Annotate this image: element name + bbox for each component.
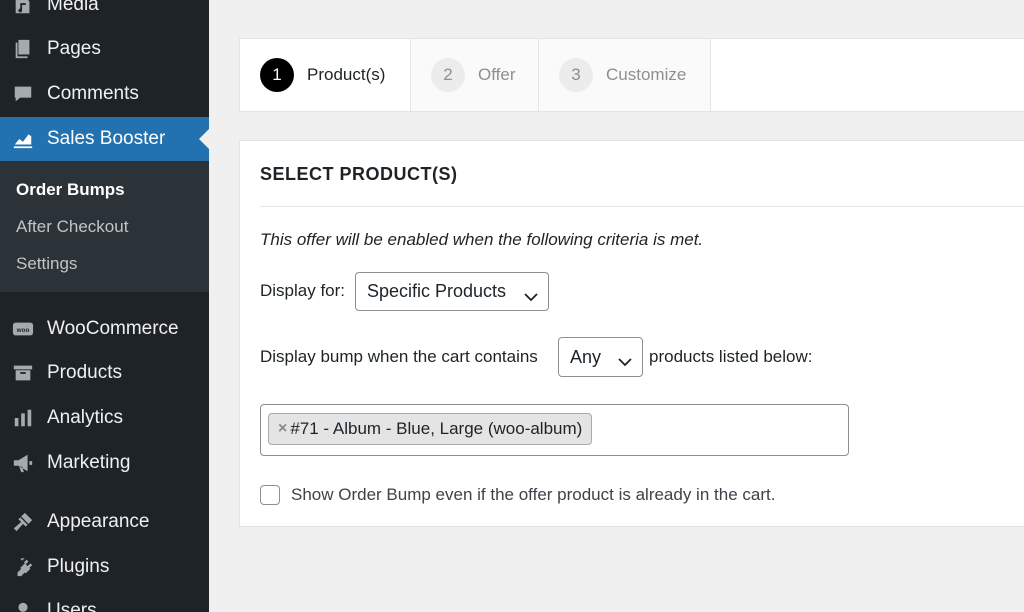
sidebar-item-pages[interactable]: Pages [0,27,209,71]
step-number: 3 [559,58,593,92]
step-label: Product(s) [307,65,386,84]
display-for-select[interactable]: Specific Products [355,272,549,311]
users-icon [11,599,35,612]
products-icon [11,361,35,385]
checkbox-label[interactable]: Show Order Bump even if the offer produc… [291,485,775,505]
sidebar-item-label: Sales Booster [47,128,166,149]
cart-contains-select[interactable]: Any [558,337,643,377]
plugins-icon [11,555,35,579]
chevron-down-icon [618,351,632,372]
products-listed-label: products listed below: [649,347,813,366]
sidebar-item-label: Pages [47,38,101,59]
active-indicator [199,129,209,149]
sidebar-item-label: Comments [47,83,139,104]
admin-sidebar: Media Pages Comments Sales Booster Order… [0,0,209,612]
sidebar-item-label: WooCommerce [47,318,179,339]
step-products[interactable]: 1 Product(s) [240,39,411,111]
display-for-label: Display for: [260,281,346,300]
sidebar-item-label: Analytics [47,407,124,428]
marketing-icon [11,451,35,475]
sidebar-item-label: Products [47,362,122,383]
media-icon [11,0,35,17]
sidebar-item-products[interactable]: Products [0,351,209,395]
submenu-item-order-bumps[interactable]: Order Bumps [16,180,125,200]
cart-contains-label: Display bump when the cart contains [260,347,538,366]
sidebar-item-woocommerce[interactable]: woo WooCommerce [0,307,209,351]
sidebar-item-plugins[interactable]: Plugins [0,545,209,589]
step-offer[interactable]: 2 Offer [411,39,539,111]
remove-tag-icon[interactable]: × [278,420,287,438]
appearance-icon [11,510,35,534]
svg-text:woo: woo [16,327,30,334]
sidebar-item-label: Plugins [47,556,110,577]
pages-icon [11,37,35,61]
sidebar-item-marketing[interactable]: Marketing [0,441,209,485]
sidebar-item-label: Appearance [47,511,150,532]
selected-product-tag: × #71 - Album - Blue, Large (woo-album) [268,413,593,445]
wizard-steps: 1 Product(s) 2 Offer 3 Customize [239,38,1024,112]
analytics-icon [11,406,35,430]
sales-booster-icon [11,127,35,151]
sidebar-item-sales-booster[interactable]: Sales Booster [0,117,209,161]
card-title: SELECT PRODUCT(S) [260,164,458,184]
sidebar-item-comments[interactable]: Comments [0,72,209,116]
sidebar-item-analytics[interactable]: Analytics [0,396,209,440]
sidebar-item-label: Users [47,600,97,612]
sidebar-submenu: Order Bumps After Checkout Settings [0,161,209,292]
step-label: Offer [478,65,516,84]
step-customize[interactable]: 3 Customize [539,39,711,111]
criteria-description: This offer will be enabled when the foll… [260,230,704,249]
woocommerce-icon: woo [11,317,35,341]
submenu-item-settings[interactable]: Settings [16,254,77,274]
sidebar-item-label: Media [47,0,99,15]
select-value: Specific Products [367,281,507,301]
divider [260,206,1024,207]
sidebar-item-media[interactable]: Media [0,0,209,27]
select-products-card: SELECT PRODUCT(S) This offer will be ena… [239,140,1024,527]
submenu-item-after-checkout[interactable]: After Checkout [16,217,128,237]
chevron-down-icon [524,286,538,307]
select-value: Any [570,346,602,367]
step-number: 2 [431,58,465,92]
sidebar-item-label: Marketing [47,452,131,473]
sidebar-item-appearance[interactable]: Appearance [0,500,209,544]
selected-product-label: #71 - Album - Blue, Large (woo-album) [290,419,583,438]
show-order-bump-checkbox[interactable] [260,485,280,505]
comments-icon [11,82,35,106]
show-order-bump-option: Show Order Bump even if the offer produc… [260,485,775,505]
sidebar-item-users[interactable]: Users [0,589,209,612]
step-number: 1 [260,58,294,92]
step-label: Customize [606,65,687,84]
product-search-input[interactable]: × #71 - Album - Blue, Large (woo-album) [260,404,849,456]
